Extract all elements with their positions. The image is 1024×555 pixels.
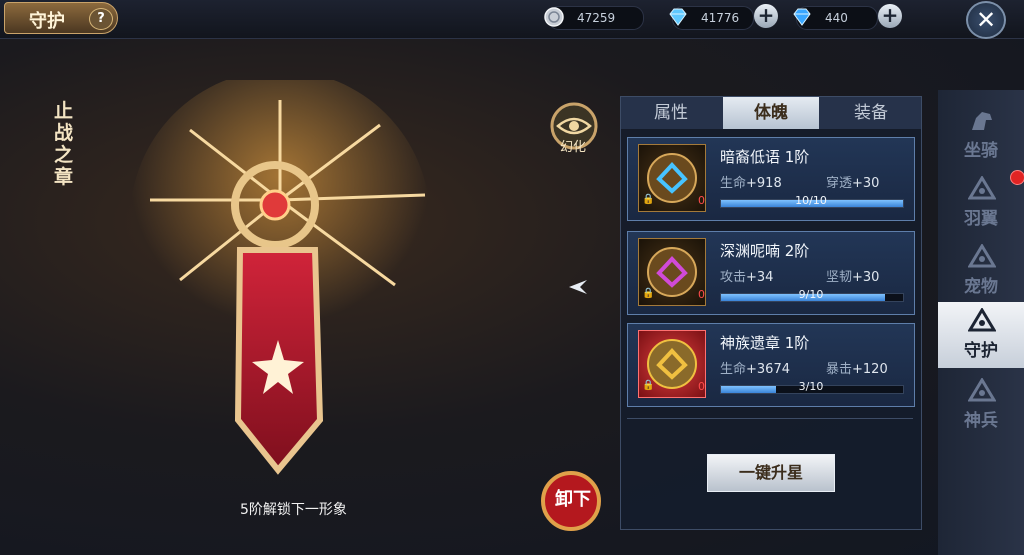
sidebar-item-pet[interactable]: 宠物 — [938, 238, 1024, 304]
stat-primary: 生命+918 — [720, 172, 782, 191]
one-click-star-up-button[interactable]: 一键升星 — [707, 454, 835, 492]
bound-diamond-currency: 440 — [793, 6, 878, 30]
sidebar-item-label: 守护 — [964, 341, 998, 361]
triangle-eye-icon — [968, 244, 996, 268]
list-item[interactable]: 🔒 0 深渊呢喃 2阶 攻击+34 坚韧+30 9/10 — [627, 231, 915, 315]
stat-value: +30 — [852, 176, 880, 191]
item-count: 0 — [698, 288, 705, 301]
stat-secondary: 穿透+30 — [826, 172, 879, 191]
add-bound-diamond-button[interactable]: + — [878, 4, 902, 28]
transform-label: 幻化 — [560, 140, 587, 155]
help-button[interactable]: ? — [89, 8, 113, 30]
tab-physique[interactable]: 体魄 — [723, 97, 819, 129]
progress-text: 3/10 — [798, 380, 824, 393]
horse-icon — [972, 112, 992, 130]
stat-secondary: 暴击+120 — [826, 358, 888, 377]
bound-diamond-value: 440 — [825, 11, 848, 25]
divider — [627, 418, 913, 419]
sidebar-item-label: 神兵 — [964, 411, 998, 431]
guardian-name: 止战之章 — [54, 100, 74, 188]
progress-text: 9/10 — [798, 288, 824, 301]
close-button[interactable]: ✕ — [966, 1, 1006, 39]
unequip-label[interactable]: 卸下 — [555, 485, 591, 511]
sidebar-item-mount[interactable]: 坐骑 — [938, 102, 1024, 168]
side-nav: 坐骑 羽翼 宠物 守护 神兵 — [938, 90, 1024, 555]
silver-value: 47259 — [577, 11, 616, 25]
stat-key: 生命 — [720, 176, 747, 191]
unlock-hint: 5阶解锁下一形象 — [240, 502, 347, 518]
stat-key: 穿透 — [826, 176, 853, 191]
item-count: 0 — [698, 380, 705, 393]
page-title: 守护 — [29, 11, 65, 32]
diamond-icon — [669, 8, 687, 26]
list-item[interactable]: 🔒 0 暗裔低语 1阶 生命+918 穿透+30 10/10 — [627, 137, 915, 221]
lock-icon: 🔒 — [642, 288, 655, 299]
item-count: 0 — [698, 194, 705, 207]
triangle-eye-icon — [968, 378, 996, 402]
stat-key: 暴击 — [826, 362, 853, 377]
top-bar: 守护 ? 47259 41776 + 440 + ✕ — [0, 0, 1024, 39]
notification-dot — [1010, 170, 1024, 185]
item-name: 神族遗章 1阶 — [720, 334, 810, 352]
stat-value: +30 — [852, 270, 880, 285]
arrow-right-icon — [569, 280, 587, 294]
sidebar-item-guardian[interactable]: 守护 — [938, 302, 1024, 368]
stat-primary: 生命+3674 — [720, 358, 790, 377]
lock-icon: 🔒 — [642, 194, 655, 205]
sidebar-item-label: 羽翼 — [964, 209, 998, 229]
tab-equipment[interactable]: 装备 — [823, 97, 919, 129]
stat-primary: 攻击+34 — [720, 266, 773, 285]
item-name: 暗裔低语 1阶 — [720, 148, 810, 166]
add-diamond-button[interactable]: + — [754, 4, 778, 28]
progress-text: 10/10 — [795, 194, 827, 207]
guardian-emblem — [130, 80, 430, 475]
item-name: 深渊呢喃 2阶 — [720, 242, 810, 260]
bound-diamond-icon — [793, 8, 811, 26]
stat-value: +34 — [746, 270, 774, 285]
stat-key: 攻击 — [720, 270, 747, 285]
tab-attributes[interactable]: 属性 — [623, 97, 719, 129]
stat-value: +918 — [746, 176, 782, 191]
triangle-eye-icon — [968, 176, 996, 200]
silver-currency: 47259 — [544, 6, 644, 30]
triangle-eye-icon — [968, 308, 996, 332]
sidebar-item-label: 坐骑 — [964, 141, 998, 161]
stat-key: 坚韧 — [826, 270, 853, 285]
diamond-value: 41776 — [701, 11, 740, 25]
title-plate: 守护 ? — [4, 2, 118, 34]
stat-secondary: 坚韧+30 — [826, 266, 879, 285]
guardian-panel: 属性 体魄 装备 🔒 0 暗裔低语 1阶 生命+918 穿透+30 10/10 … — [620, 96, 922, 530]
progress-fill — [721, 386, 776, 393]
stat-value: +3674 — [746, 362, 790, 377]
stat-value: +120 — [852, 362, 888, 377]
lock-icon: 🔒 — [642, 380, 655, 391]
stat-key: 生命 — [720, 362, 747, 377]
silver-coin-icon — [544, 7, 564, 27]
diamond-currency: 41776 — [669, 6, 754, 30]
tab-bar: 属性 体魄 装备 — [621, 97, 921, 129]
sidebar-item-weapon[interactable]: 神兵 — [938, 372, 1024, 438]
list-item[interactable]: 🔒 0 神族遗章 1阶 生命+3674 暴击+120 3/10 — [627, 323, 915, 407]
sidebar-item-label: 宠物 — [964, 277, 998, 297]
